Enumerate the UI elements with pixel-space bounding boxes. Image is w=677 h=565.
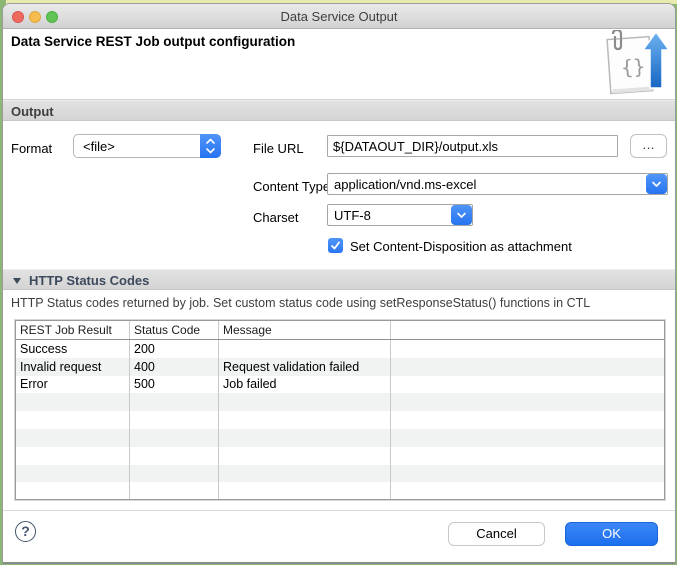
table-cell[interactable] — [16, 429, 130, 447]
output-section-header: Output — [3, 100, 675, 121]
table-cell[interactable]: Job failed — [219, 376, 391, 394]
dialog-heading: Data Service REST Job output configurati… — [11, 34, 295, 49]
table-cell[interactable] — [16, 411, 130, 429]
ok-button[interactable]: OK — [565, 522, 658, 546]
format-label: Format — [11, 141, 52, 156]
window-title: Data Service Output — [3, 9, 675, 24]
table-cell[interactable] — [391, 429, 664, 447]
chevron-down-icon[interactable] — [451, 205, 472, 225]
svg-text:{}: {} — [620, 54, 646, 80]
table-cell[interactable] — [391, 393, 664, 411]
table-cell[interactable] — [16, 447, 130, 465]
column-header: Status Code — [130, 321, 219, 339]
http-status-section-title: HTTP Status Codes — [29, 273, 149, 288]
table-cell[interactable] — [219, 411, 391, 429]
data-service-output-dialog: Data Service Output Data Service REST Jo… — [2, 3, 676, 564]
rest-job-output-icon: {} — [603, 30, 667, 96]
table-cell[interactable] — [219, 393, 391, 411]
title-bar[interactable]: Data Service Output — [3, 4, 675, 29]
column-header: Message — [219, 321, 391, 339]
table-header-row: REST Job ResultStatus CodeMessage — [16, 321, 664, 340]
collapse-triangle-icon[interactable] — [13, 278, 21, 284]
table-cell[interactable] — [16, 393, 130, 411]
help-button[interactable]: ? — [15, 521, 36, 542]
charset-label: Charset — [253, 210, 299, 225]
table-row[interactable] — [16, 411, 664, 429]
table-cell[interactable] — [16, 465, 130, 483]
file-url-label: File URL — [253, 141, 304, 156]
footer-separator — [3, 510, 675, 511]
table-cell[interactable] — [391, 340, 664, 358]
chevron-up-down-icon — [200, 134, 221, 158]
table-row[interactable] — [16, 482, 664, 500]
browse-button[interactable]: … — [630, 134, 667, 158]
table-cell[interactable] — [130, 482, 219, 500]
table-row[interactable]: Success200 — [16, 340, 664, 358]
content-disposition-label: Set Content-Disposition as attachment — [350, 239, 572, 254]
table-cell[interactable] — [391, 447, 664, 465]
content-disposition-checkbox[interactable] — [328, 238, 343, 253]
table-row[interactable] — [16, 465, 664, 483]
column-header: REST Job Result — [16, 321, 130, 339]
table-cell[interactable] — [130, 393, 219, 411]
table-cell[interactable] — [391, 376, 664, 394]
table-cell[interactable]: Request validation failed — [219, 358, 391, 376]
charset-combo[interactable]: UTF-8 — [327, 204, 473, 226]
table-cell[interactable]: 500 — [130, 376, 219, 394]
table-row[interactable] — [16, 447, 664, 465]
table-row[interactable] — [16, 429, 664, 447]
table-cell[interactable]: Success — [16, 340, 130, 358]
table-cell[interactable] — [391, 465, 664, 483]
http-status-section-header[interactable]: HTTP Status Codes — [3, 269, 675, 290]
http-status-description: HTTP Status codes returned by job. Set c… — [11, 296, 590, 310]
table-cell[interactable] — [219, 429, 391, 447]
table-cell[interactable] — [130, 411, 219, 429]
content-type-value: application/vnd.ms-excel — [334, 177, 476, 192]
table-cell[interactable]: 400 — [130, 358, 219, 376]
table-cell[interactable] — [219, 465, 391, 483]
table-cell[interactable]: Error — [16, 376, 130, 394]
table-cell[interactable] — [219, 482, 391, 500]
table-cell[interactable] — [16, 482, 130, 500]
cancel-button[interactable]: Cancel — [448, 522, 545, 546]
table-row[interactable] — [16, 393, 664, 411]
content-type-label: Content Type — [253, 179, 330, 194]
table-cell[interactable] — [391, 358, 664, 376]
table-cell[interactable] — [130, 465, 219, 483]
charset-value: UTF-8 — [334, 208, 371, 223]
file-url-input[interactable] — [327, 135, 618, 157]
table-cell[interactable] — [219, 340, 391, 358]
status-codes-table[interactable]: REST Job ResultStatus CodeMessageSuccess… — [15, 320, 665, 500]
table-cell[interactable] — [219, 447, 391, 465]
table-row[interactable]: Invalid request400Request validation fai… — [16, 358, 664, 376]
column-header — [391, 321, 664, 339]
table-row[interactable]: Error500Job failed — [16, 376, 664, 394]
format-value: <file> — [83, 139, 115, 154]
chevron-down-icon[interactable] — [646, 174, 667, 194]
table-cell[interactable] — [130, 429, 219, 447]
table-cell[interactable] — [130, 447, 219, 465]
table-cell[interactable] — [391, 482, 664, 500]
output-section-title: Output — [11, 104, 54, 119]
content-type-combo[interactable]: application/vnd.ms-excel — [327, 173, 668, 195]
table-cell[interactable]: 200 — [130, 340, 219, 358]
format-dropdown[interactable]: <file> — [73, 134, 221, 158]
table-cell[interactable] — [391, 411, 664, 429]
table-cell[interactable]: Invalid request — [16, 358, 130, 376]
